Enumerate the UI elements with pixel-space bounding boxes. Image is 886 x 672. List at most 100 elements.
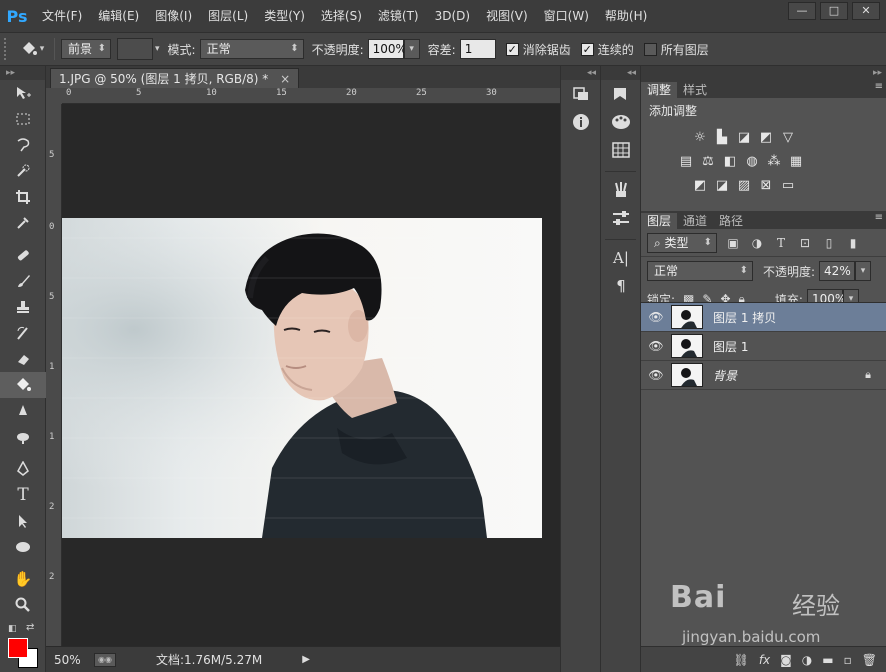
- menu-help[interactable]: 帮助(H): [597, 0, 655, 32]
- maximize-button[interactable]: □: [820, 2, 848, 20]
- foreground-color-swatch[interactable]: [8, 638, 28, 658]
- tab-styles[interactable]: 样式: [677, 82, 713, 98]
- layer-row[interactable]: 👁︎ 图层 1 拷贝: [641, 303, 886, 332]
- strip-collapse-icon[interactable]: ◂◂: [601, 66, 640, 80]
- options-grip[interactable]: [4, 38, 10, 60]
- color-balance-adjust-icon[interactable]: ⚖: [699, 153, 717, 171]
- ruler-origin[interactable]: [46, 88, 62, 104]
- swap-colors-icon[interactable]: ⇄: [26, 622, 34, 633]
- zoom-tool-icon[interactable]: [0, 592, 46, 618]
- info-panel-icon[interactable]: [561, 108, 601, 136]
- filter-adjustment-icon[interactable]: ◑: [749, 236, 765, 250]
- add-mask-icon[interactable]: ◙: [780, 653, 792, 667]
- vertical-ruler[interactable]: 5 0 5 1 1 2 2: [46, 104, 62, 646]
- panel-menu-icon[interactable]: ≡: [875, 81, 883, 92]
- menu-select[interactable]: 选择(S): [313, 0, 370, 32]
- new-layer-icon[interactable]: ▫: [844, 653, 852, 667]
- tool-presets-icon[interactable]: [601, 204, 641, 232]
- healing-brush-tool-icon[interactable]: [0, 242, 46, 268]
- crop-tool-icon[interactable]: [0, 184, 46, 210]
- document-tab[interactable]: 1.JPG @ 50% (图层 1 拷贝, RGB/8) * ×: [50, 68, 300, 88]
- chevron-down-icon[interactable]: ▾: [155, 44, 160, 54]
- menu-filter[interactable]: 滤镜(T): [370, 0, 427, 32]
- menu-window[interactable]: 窗口(W): [536, 0, 597, 32]
- layer-filter-dropdown[interactable]: ⌕ 类型: [647, 232, 717, 253]
- zoom-level-field[interactable]: 50%: [46, 650, 92, 670]
- blend-mode-dropdown[interactable]: 正常: [647, 261, 753, 281]
- channel-mixer-adjust-icon[interactable]: ⁂: [765, 153, 783, 171]
- levels-adjust-icon[interactable]: ▙: [713, 129, 731, 147]
- new-group-icon[interactable]: ▬: [822, 653, 833, 667]
- curves-adjust-icon[interactable]: ◪: [735, 129, 753, 147]
- history-brush-tool-icon[interactable]: [0, 320, 46, 346]
- status-menu-arrow-icon[interactable]: ▶: [302, 654, 310, 665]
- menu-type[interactable]: 类型(Y): [256, 0, 313, 32]
- visibility-eye-icon[interactable]: 👁︎: [641, 310, 671, 324]
- vibrance-adjust-icon[interactable]: ▽: [779, 129, 797, 147]
- filter-pixel-icon[interactable]: ▣: [725, 236, 741, 250]
- grid-panel-icon[interactable]: [601, 136, 641, 164]
- visibility-eye-icon[interactable]: 👁︎: [641, 339, 671, 353]
- canvas-area[interactable]: [62, 104, 560, 646]
- tolerance-field[interactable]: 1: [459, 39, 496, 59]
- default-colors-icon[interactable]: ◧: [8, 624, 17, 634]
- tab-channels[interactable]: 通道: [677, 213, 713, 229]
- gradient-map-adjust-icon[interactable]: ▭: [779, 177, 797, 195]
- exposure-adjust-icon[interactable]: ◩: [757, 129, 775, 147]
- selective-color-adjust-icon[interactable]: ⊠: [757, 177, 775, 195]
- pen-tool-icon[interactable]: [0, 456, 46, 482]
- threshold-adjust-icon[interactable]: ▨: [735, 177, 753, 195]
- toolbar-collapse[interactable]: ▸▸: [0, 66, 45, 80]
- strip-collapse-icon[interactable]: ◂◂: [561, 66, 600, 80]
- minimize-button[interactable]: —: [788, 2, 816, 20]
- pattern-picker[interactable]: [117, 38, 154, 60]
- layer-row[interactable]: 👁︎ 背景 🔒︎: [641, 361, 886, 390]
- close-tab-icon[interactable]: ×: [280, 72, 290, 86]
- path-select-tool-icon[interactable]: [0, 508, 46, 534]
- opacity-field[interactable]: 100%: [367, 39, 407, 59]
- eyedropper-tool-icon[interactable]: [0, 210, 46, 236]
- menu-view[interactable]: 视图(V): [478, 0, 536, 32]
- filter-type-icon[interactable]: T: [773, 236, 789, 250]
- brush-presets-icon[interactable]: [601, 176, 641, 204]
- blur-tool-icon[interactable]: [0, 398, 46, 424]
- layer-row[interactable]: 👁︎ 图层 1: [641, 332, 886, 361]
- lasso-tool-icon[interactable]: [0, 132, 46, 158]
- filter-smart-object-icon[interactable]: ▯: [821, 236, 837, 250]
- invert-adjust-icon[interactable]: ◩: [691, 177, 709, 195]
- tab-adjustments[interactable]: 调整: [641, 82, 678, 98]
- clone-stamp-tool-icon[interactable]: [0, 294, 46, 320]
- posterize-adjust-icon[interactable]: ◪: [713, 177, 731, 195]
- visibility-eye-icon[interactable]: 👁︎: [641, 368, 671, 382]
- layer-opacity-slider-toggle[interactable]: ▾: [855, 261, 872, 281]
- mode-dropdown[interactable]: 正常: [199, 39, 304, 59]
- hue-saturation-adjust-icon[interactable]: ▤: [677, 153, 695, 171]
- contiguous-checkbox[interactable]: ✓: [580, 42, 594, 56]
- character-panel-icon[interactable]: A|: [601, 244, 641, 272]
- antialias-checkbox[interactable]: ✓: [505, 42, 519, 56]
- fill-source-dropdown[interactable]: 前景: [61, 39, 112, 59]
- brightness-adjust-icon[interactable]: ☼: [691, 129, 709, 147]
- black-white-adjust-icon[interactable]: ◧: [721, 153, 739, 171]
- delete-layer-icon[interactable]: 🗑︎: [862, 653, 877, 667]
- all-layers-checkbox[interactable]: [643, 42, 657, 56]
- history-panel-icon[interactable]: [561, 80, 601, 108]
- link-layers-icon[interactable]: ⛓: [734, 653, 749, 667]
- layer-opacity-field[interactable]: 42%: [819, 261, 856, 281]
- opacity-slider-toggle[interactable]: ▾: [403, 39, 420, 59]
- menu-image[interactable]: 图像(I): [147, 0, 200, 32]
- eraser-tool-icon[interactable]: [0, 346, 46, 372]
- layer-style-icon[interactable]: fx: [759, 653, 770, 667]
- paint-bucket-tool-icon[interactable]: [0, 372, 46, 398]
- hand-tool-icon[interactable]: ✋: [0, 566, 46, 592]
- marquee-tool-icon[interactable]: [0, 106, 46, 132]
- new-adjustment-layer-icon[interactable]: ◑: [802, 653, 812, 667]
- color-lookup-adjust-icon[interactable]: ▦: [787, 153, 805, 171]
- menu-3d[interactable]: 3D(D): [427, 0, 478, 32]
- dodge-tool-icon[interactable]: [0, 424, 46, 450]
- panel-menu-icon[interactable]: ≡: [875, 212, 883, 223]
- type-tool-icon[interactable]: T: [0, 482, 46, 508]
- panel-collapse-icon[interactable]: ▸▸: [641, 66, 886, 80]
- ellipse-tool-icon[interactable]: [0, 534, 46, 560]
- filter-toggle-icon[interactable]: ▮: [845, 236, 861, 250]
